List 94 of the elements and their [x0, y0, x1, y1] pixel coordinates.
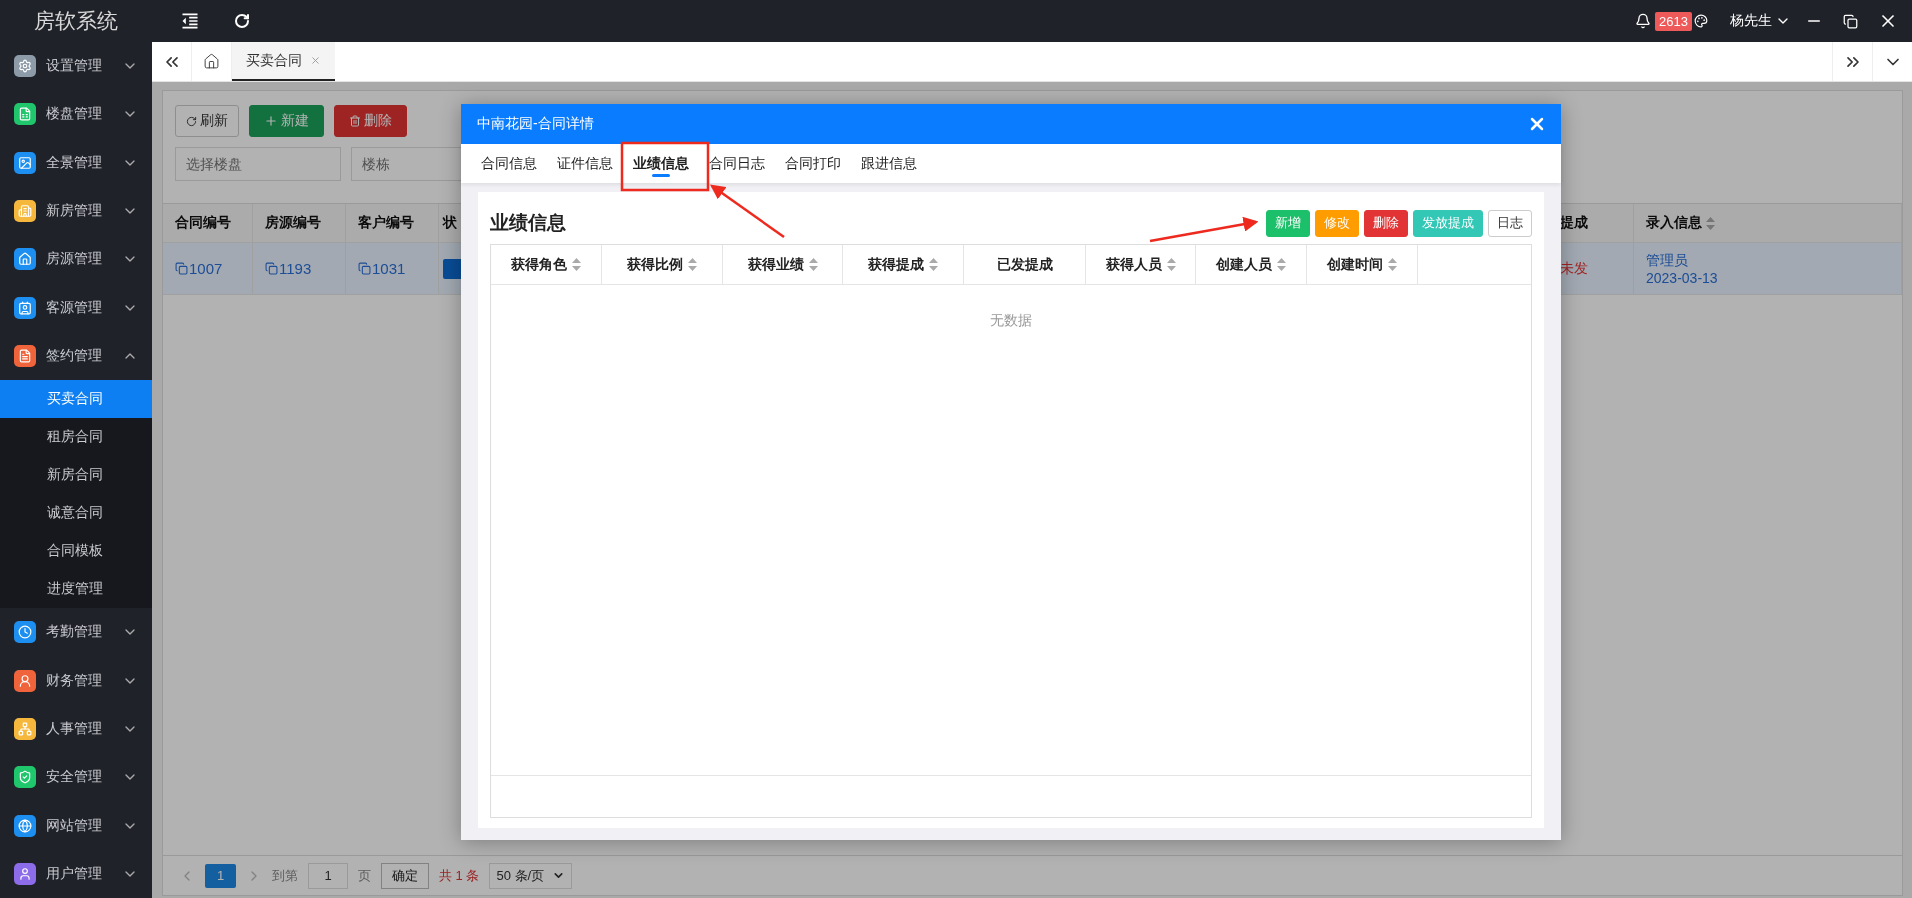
column-header: 提成: [1560, 214, 1588, 232]
column-header: 客户编号: [358, 214, 414, 232]
column-header: 已发提成: [996, 255, 1053, 274]
page-size-select[interactable]: 50 条/页: [489, 862, 573, 889]
sidebar-item[interactable]: 人事管理: [0, 704, 152, 754]
goto-label: 到第: [272, 866, 298, 885]
sidebar-item[interactable]: 考勤管理: [0, 608, 152, 657]
column-header: 创建时间: [1327, 255, 1383, 274]
total-count: 共 1 条: [439, 866, 480, 885]
sidebar-item[interactable]: 用户管理: [0, 849, 152, 898]
sidebar-label: 设置管理: [46, 57, 103, 76]
sidebar-label: 财务管理: [46, 671, 103, 690]
sort-icon[interactable]: [1706, 216, 1715, 230]
status-tag: [443, 258, 463, 279]
sidebar-label: 新房管理: [46, 202, 103, 221]
toolbar-button[interactable]: 刷新: [175, 105, 239, 137]
sort-icon[interactable]: [808, 258, 818, 271]
sidebar-label: 全景管理: [46, 153, 103, 172]
sidebar-label: 签约管理: [46, 347, 103, 366]
column-header: 房源编号: [265, 214, 321, 232]
sidebar-item[interactable]: 楼盘管理: [0, 90, 152, 139]
sidebar-item[interactable]: 财务管理: [0, 656, 152, 705]
column-header: 状: [443, 214, 457, 232]
sort-icon[interactable]: [1277, 258, 1286, 271]
modal-tab[interactable]: 证件信息: [547, 144, 623, 183]
page-suffix: 页: [358, 866, 371, 885]
home-icon: [203, 53, 220, 70]
sidebar-item[interactable]: 客源管理: [0, 283, 152, 332]
submenu-item[interactable]: 新房合同: [0, 456, 152, 495]
section-title: 业绩信息: [490, 211, 566, 235]
table-cell: 未发: [1560, 259, 1588, 278]
column-header: 获得比例: [627, 255, 683, 274]
submenu-item[interactable]: 租房合同: [0, 418, 152, 457]
column-header: 获得人员: [1105, 255, 1162, 274]
action-button[interactable]: 删除: [1364, 209, 1408, 237]
action-button[interactable]: 日志: [1488, 209, 1532, 237]
sort-icon[interactable]: [688, 258, 697, 271]
empty-message: 无数据: [990, 312, 1032, 328]
sidebar-label: 客源管理: [46, 298, 103, 317]
refresh-icon[interactable]: [234, 13, 250, 29]
sidebar-item[interactable]: 签约管理: [0, 331, 152, 381]
trash-icon: [349, 115, 361, 127]
sidebar-item[interactable]: 新房管理: [0, 186, 152, 236]
copy-icon: [358, 262, 371, 275]
submenu-item[interactable]: 合同模板: [0, 532, 152, 571]
sidebar-label: 用户管理: [46, 864, 103, 883]
sidebar-item[interactable]: 安全管理: [0, 753, 152, 802]
sidebar-item[interactable]: 网站管理: [0, 801, 152, 850]
sidebar-label: 房源管理: [46, 250, 103, 269]
submenu-item[interactable]: 买卖合同: [0, 380, 152, 419]
bell-icon[interactable]: [1635, 13, 1652, 29]
column-header: 获得角色: [511, 255, 567, 274]
sort-icon[interactable]: [1166, 258, 1176, 271]
restore-icon[interactable]: [1843, 13, 1858, 29]
sidebar-label: 网站管理: [46, 816, 103, 835]
column-header: 录入信息: [1646, 214, 1702, 232]
sidebar-item[interactable]: 全景管理: [0, 138, 152, 187]
user-menu[interactable]: 杨先生: [1730, 12, 1791, 30]
plus-icon: [264, 114, 278, 128]
modal-tab[interactable]: 合同日志: [699, 144, 775, 183]
sidebar-label: 人事管理: [46, 719, 103, 738]
modal-tab[interactable]: 跟进信息: [851, 144, 927, 183]
sidebar-item[interactable]: 设置管理: [0, 42, 152, 91]
palette-icon[interactable]: [1694, 14, 1708, 28]
filter-field[interactable]: 选择楼盘: [175, 147, 341, 181]
sort-icon[interactable]: [1388, 258, 1397, 271]
table-link[interactable]: 1007: [175, 260, 223, 277]
toolbar-button[interactable]: 删除: [334, 105, 407, 137]
column-header: 获得提成: [868, 255, 924, 274]
column-header: 合同编号: [175, 214, 231, 232]
submenu-item[interactable]: 进度管理: [0, 570, 152, 609]
sidebar-label: 安全管理: [46, 768, 103, 787]
modal-title: 中南花园-合同详情: [477, 115, 594, 133]
column-header: 创建人员: [1216, 255, 1272, 274]
sidebar-label: 楼盘管理: [46, 105, 103, 124]
sort-icon[interactable]: [929, 258, 938, 271]
copy-icon: [175, 262, 188, 275]
refresh-icon: [186, 115, 197, 127]
confirm-button[interactable]: 确定: [381, 862, 429, 889]
sidebar-label: 考勤管理: [46, 623, 103, 642]
table-cell: 管理员 2023-03-13: [1646, 250, 1718, 287]
modal-tab[interactable]: 业绩信息: [623, 144, 699, 183]
page-tab[interactable]: 买卖合同: [232, 42, 335, 81]
submenu-item[interactable]: 诚意合同: [0, 494, 152, 533]
column-header: 获得业绩: [747, 255, 804, 274]
modal-tab[interactable]: 合同打印: [775, 144, 851, 183]
sidebar-item[interactable]: 房源管理: [0, 235, 152, 284]
sort-icon[interactable]: [572, 258, 581, 271]
page-input[interactable]: 1: [308, 862, 348, 889]
app-title: 房软系统: [33, 8, 119, 34]
table-link[interactable]: 1193: [265, 260, 312, 277]
notification-badge: 2613: [1655, 11, 1692, 31]
copy-icon: [265, 262, 278, 275]
menu-fold-icon[interactable]: [180, 11, 200, 31]
